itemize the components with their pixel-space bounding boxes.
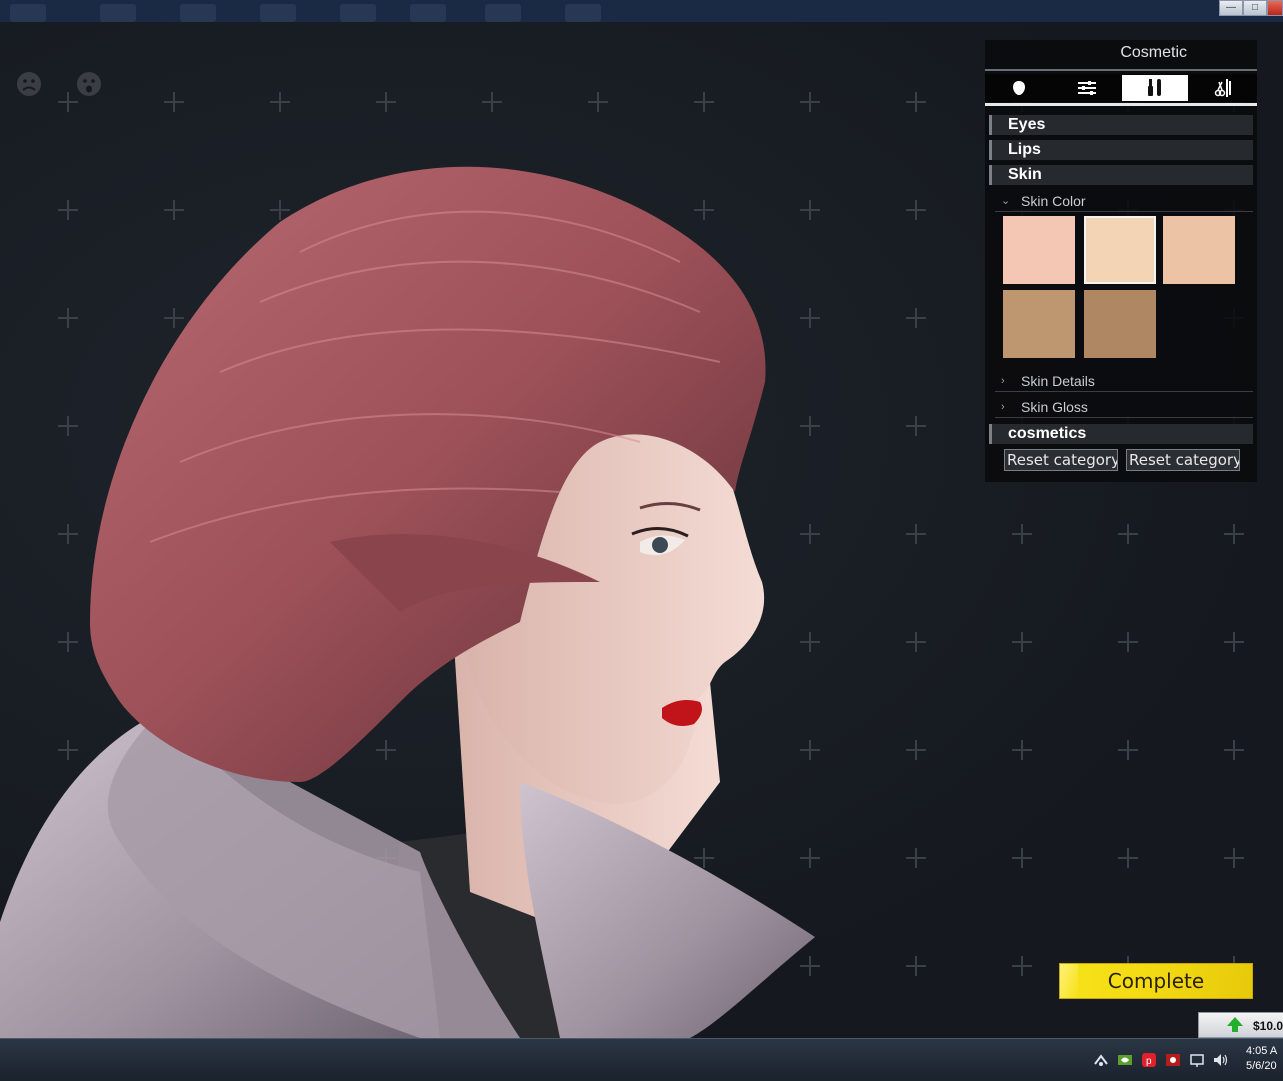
price-value: $10.0 <box>1253 1019 1283 1033</box>
chevron-down-icon: ⌄ <box>1001 195 1011 207</box>
skin-swatch-2[interactable] <box>1084 216 1156 284</box>
close-button[interactable] <box>1267 0 1283 16</box>
chevron-right-icon: › <box>1001 401 1005 413</box>
skin-swatch-1[interactable] <box>1003 216 1075 284</box>
sliders-icon <box>1078 81 1096 95</box>
taskbar-ghost-icon <box>410 4 446 22</box>
tab-sliders[interactable] <box>1054 75 1120 101</box>
tab-hairstyle[interactable] <box>1190 75 1256 101</box>
taskbar-ghost-icon <box>180 4 216 22</box>
app-red-icon[interactable] <box>1165 1052 1181 1068</box>
complete-button[interactable]: Complete <box>1059 963 1253 999</box>
skin-gloss-label: Skin Gloss <box>1021 399 1088 415</box>
chevron-right-icon: › <box>1001 375 1005 387</box>
reset-category-button[interactable]: Reset category <box>1126 449 1240 471</box>
minimize-button[interactable]: — <box>1219 0 1243 16</box>
category-skin[interactable]: Skin <box>989 165 1253 185</box>
maximize-button[interactable]: □ <box>1243 0 1267 16</box>
taskbar-ghost-icon <box>100 4 136 22</box>
price-widget[interactable]: $10.0 <box>1198 1012 1283 1038</box>
subcategory-skin-color[interactable]: ⌄ Skin Color <box>995 190 1253 212</box>
upload-arrow-icon <box>1227 1017 1243 1032</box>
hairstyle-tools-icon <box>1214 79 1231 97</box>
taskbar-ghost-icon <box>10 4 46 22</box>
tab-makeup[interactable] <box>1122 75 1188 101</box>
system-clock[interactable]: 4:05 A 5/6/20 <box>1246 1044 1277 1074</box>
panel-tabs <box>985 74 1257 102</box>
skin-color-label: Skin Color <box>1021 193 1086 209</box>
skin-swatch-4[interactable] <box>1003 290 1075 358</box>
taskbar: p <box>0 1038 1283 1081</box>
skin-swatch-3[interactable] <box>1163 216 1235 284</box>
clock-time: 4:05 A <box>1246 1045 1278 1057</box>
taskbar-ghost-icon <box>340 4 376 22</box>
network-icon[interactable] <box>1093 1052 1109 1068</box>
reset-category-button[interactable]: Reset category <box>1004 449 1118 471</box>
skin-swatch-5[interactable] <box>1084 290 1156 358</box>
clock-date: 5/6/20 <box>1246 1060 1277 1072</box>
skin-details-label: Skin Details <box>1021 373 1095 389</box>
face-icon <box>1013 81 1025 95</box>
panel-title: Cosmetic <box>1120 44 1187 61</box>
window-title-bar: — □ <box>0 0 1283 23</box>
nvidia-icon[interactable] <box>1117 1052 1133 1068</box>
makeup-tools-icon <box>1148 79 1161 96</box>
taskbar-ghost-icon <box>565 4 601 22</box>
tab-face[interactable] <box>986 75 1052 101</box>
tabs-divider <box>985 103 1257 106</box>
category-lips[interactable]: Lips <box>989 140 1253 160</box>
svg-text:p: p <box>1146 1056 1152 1067</box>
category-cosmetics[interactable]: cosmetics <box>989 424 1253 444</box>
action-center-icon[interactable] <box>1189 1052 1205 1068</box>
window-controls: — □ <box>1219 0 1283 16</box>
taskbar-ghost-icon <box>260 4 296 22</box>
category-eyes[interactable]: Eyes <box>989 115 1253 135</box>
panel-title-divider <box>985 69 1257 71</box>
volume-icon[interactable] <box>1213 1052 1229 1068</box>
subcategory-skin-details[interactable]: › Skin Details <box>995 370 1253 392</box>
app-p-icon[interactable]: p <box>1141 1052 1157 1068</box>
taskbar-ghost-icon <box>485 4 521 22</box>
cosmetics-panel: Cosmetic Eyes Lips Skin ⌄ Skin Color › S… <box>985 40 1257 482</box>
subcategory-skin-gloss[interactable]: › Skin Gloss <box>995 396 1253 418</box>
iris <box>652 537 668 553</box>
